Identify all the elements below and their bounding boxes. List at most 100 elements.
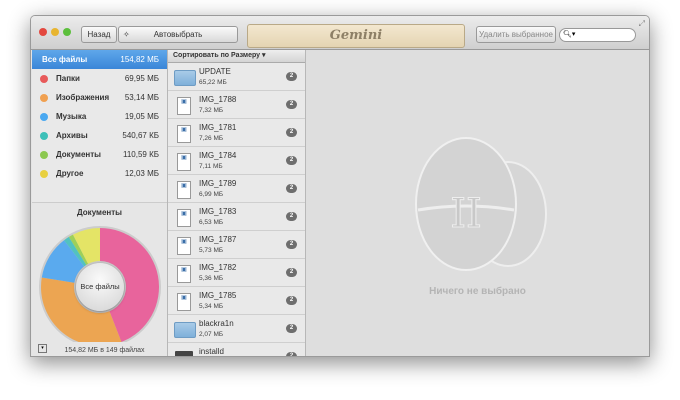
- chart-title: Документы: [77, 208, 122, 217]
- duplicate-count-badge: 2: [286, 240, 297, 249]
- jpeg-file-icon: ▣: [177, 125, 191, 143]
- list-item[interactable]: ▣ IMG_1785 5,34 МБ 2: [168, 287, 305, 315]
- back-button[interactable]: Назад: [81, 26, 117, 43]
- sidebar: Все файлы 154,82 МБ Папки 69,95 МБ Изображен…: [32, 50, 168, 356]
- file-name: blackra1n: [199, 319, 234, 328]
- sort-dropdown[interactable]: Сортировать по Размеру ▾: [168, 50, 305, 63]
- total-summary: 154,82 МБ в 149 файлах: [64, 347, 145, 354]
- back-label: Назад: [87, 30, 111, 39]
- duplicate-count-badge: 2: [286, 156, 297, 165]
- file-name: installd: [199, 347, 224, 356]
- app-window: Назад ✧ Автовыбрать Gemini Удалить выбран…: [30, 15, 650, 357]
- category-size: 53,14 МБ: [124, 93, 159, 102]
- category-label: Другое: [56, 169, 84, 178]
- category-color-icon: [40, 131, 48, 140]
- category-color-icon: [40, 112, 48, 121]
- duplicate-count-badge: 2: [286, 352, 297, 356]
- magic-wand-icon: ✧: [123, 30, 130, 39]
- sidebar-item[interactable]: Музыка 19,05 МБ: [32, 107, 167, 126]
- detail-panel: II Ничего не выбрано: [306, 50, 649, 356]
- list-item[interactable]: blackra1n 2,07 МБ 2: [168, 315, 305, 343]
- chart-panel: Документы Все файлы ▾ 154,82 МБ в 149 фа…: [32, 202, 167, 356]
- duplicate-count-badge: 2: [286, 296, 297, 305]
- file-size: 6,53 МБ: [199, 219, 224, 226]
- file-name: IMG_1787: [199, 235, 237, 244]
- duplicate-count-badge: 2: [286, 72, 297, 81]
- file-list: Сортировать по Размеру ▾ UPDATE 65,22 МБ 2…: [168, 50, 306, 356]
- all-files-center-button[interactable]: Все файлы: [76, 263, 124, 311]
- folder-icon: [174, 70, 196, 86]
- jpeg-file-icon: ▣: [177, 293, 191, 311]
- autoselect-button[interactable]: ✧ Автовыбрать: [118, 26, 238, 43]
- category-color-icon: [40, 150, 48, 159]
- file-name: UPDATE: [199, 67, 231, 76]
- category-color-icon: [40, 74, 48, 83]
- category-color-icon: [40, 93, 48, 102]
- category-label: Все файлы: [42, 55, 88, 64]
- duplicate-count-badge: 2: [286, 268, 297, 277]
- list-item[interactable]: ▣ IMG_1783 6,53 МБ 2: [168, 203, 305, 231]
- duplicate-count-badge: 2: [286, 100, 297, 109]
- jpeg-file-icon: ▣: [177, 237, 191, 255]
- duplicate-count-badge: 2: [286, 128, 297, 137]
- file-name: IMG_1789: [199, 179, 237, 188]
- close-button[interactable]: [39, 28, 47, 36]
- list-item[interactable]: ▣ IMG_1789 6,99 МБ 2: [168, 175, 305, 203]
- file-size: 7,11 МБ: [199, 163, 223, 170]
- category-size: 154,82 МБ: [120, 55, 159, 64]
- jpeg-file-icon: ▣: [177, 97, 191, 115]
- executable-icon: [175, 351, 193, 356]
- file-name: IMG_1781: [199, 123, 237, 132]
- file-size: 65,22 МБ: [199, 79, 227, 86]
- center-label: Все файлы: [80, 282, 120, 291]
- category-size: 69,95 МБ: [124, 74, 159, 83]
- category-size: 110,59 КБ: [122, 150, 159, 159]
- category-size: 12,03 МБ: [124, 169, 159, 178]
- file-name: IMG_1784: [199, 151, 237, 160]
- list-item[interactable]: ▣ IMG_1787 5,73 МБ 2: [168, 231, 305, 259]
- toolbar: Назад ✧ Автовыбрать Gemini Удалить выбран…: [31, 16, 649, 50]
- list-item[interactable]: ▣ IMG_1782 5,36 МБ 2: [168, 259, 305, 287]
- list-item[interactable]: ▣ IMG_1781 7,26 МБ 2: [168, 119, 305, 147]
- autoselect-label: Автовыбрать: [153, 30, 203, 39]
- category-color-icon: [40, 169, 48, 178]
- list-item[interactable]: ▣ IMG_1788 7,32 МБ 2: [168, 91, 305, 119]
- gemini-logo: Gemini: [247, 24, 465, 48]
- file-size: 5,34 МБ: [199, 303, 224, 310]
- minimize-button[interactable]: [51, 28, 59, 36]
- duplicate-count-badge: 2: [286, 324, 297, 333]
- svg-text:II: II: [450, 191, 482, 237]
- sidebar-item[interactable]: Другое 12,03 МБ: [32, 164, 167, 183]
- category-label: Документы: [56, 150, 101, 159]
- folder-icon: [174, 322, 196, 338]
- search-input[interactable]: 🔍︎▾: [559, 28, 636, 42]
- file-name: IMG_1788: [199, 95, 237, 104]
- delete-selected-button[interactable]: Удалить выбранное: [476, 26, 556, 43]
- file-name: IMG_1785: [199, 291, 237, 300]
- list-item[interactable]: UPDATE 65,22 МБ 2: [168, 63, 305, 91]
- file-size: 5,73 МБ: [199, 247, 224, 254]
- list-item[interactable]: installd 2: [168, 343, 305, 356]
- sidebar-item[interactable]: Папки 69,95 МБ: [32, 69, 167, 88]
- gemini-eggs-icon: II: [415, 137, 547, 271]
- duplicate-count-badge: 2: [286, 212, 297, 221]
- zoom-button[interactable]: [63, 28, 71, 36]
- file-name: IMG_1782: [199, 263, 237, 272]
- sidebar-item[interactable]: Документы 110,59 КБ: [32, 145, 167, 164]
- delete-selected-label: Удалить выбранное: [479, 30, 553, 39]
- category-label: Изображения: [56, 93, 110, 102]
- category-label: Архивы: [56, 131, 88, 140]
- sidebar-item[interactable]: Все файлы 154,82 МБ: [32, 50, 167, 69]
- category-size: 19,05 МБ: [124, 112, 159, 121]
- list-item[interactable]: ▣ IMG_1784 7,11 МБ 2: [168, 147, 305, 175]
- jpeg-file-icon: ▣: [177, 181, 191, 199]
- sidebar-item[interactable]: Архивы 540,67 КБ: [32, 126, 167, 145]
- category-size: 540,67 КБ: [122, 131, 159, 140]
- jpeg-file-icon: ▣: [177, 265, 191, 283]
- file-size: 5,36 МБ: [199, 275, 224, 282]
- fullscreen-icon[interactable]: ⤢: [639, 19, 645, 29]
- duplicate-count-badge: 2: [286, 184, 297, 193]
- jpeg-file-icon: ▣: [177, 153, 191, 171]
- sidebar-item[interactable]: Изображения 53,14 МБ: [32, 88, 167, 107]
- file-size: 2,07 МБ: [199, 331, 224, 338]
